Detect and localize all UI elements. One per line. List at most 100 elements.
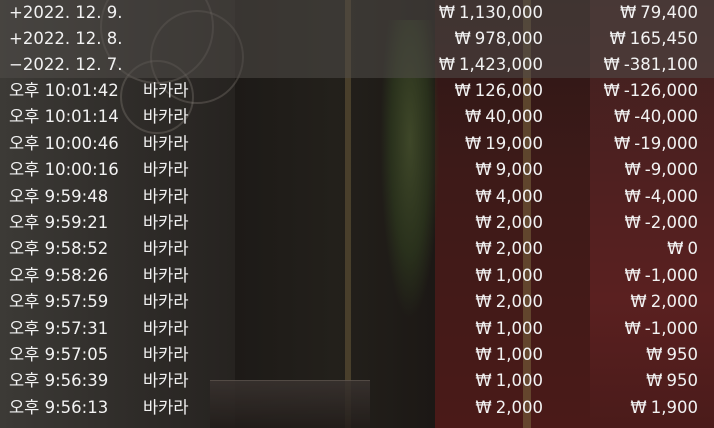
won-currency-icon: ₩ — [646, 371, 663, 391]
won-currency-icon: ₩ — [624, 186, 641, 206]
bet-history-row[interactable]: 오후 9:56:13 바카라 ₩2,000 ₩1,900 — [0, 395, 714, 421]
daily-summary-row-content[interactable]: +2022. 12. 8. ₩978,000 ₩165,450 — [0, 26, 714, 52]
won-currency-icon: ₩ — [646, 345, 663, 364]
bet-time: 오후 9:58:26 — [9, 265, 109, 285]
won-currency-icon: ₩ — [619, 3, 637, 22]
bet-amount: ₩2,000 — [475, 289, 543, 315]
bet-history-row[interactable]: 오후 9:56:39 바카라 ₩1,000 ₩950 — [0, 368, 714, 394]
bet-amount: ₩1,000 — [475, 316, 543, 342]
bet-history-row[interactable]: 오후 9:57:05 바카라 ₩1,000 ₩950 — [0, 342, 714, 368]
summary-bet-total: ₩1,423,000 — [439, 52, 543, 78]
bet-time: 오후 10:00:46 — [9, 133, 119, 153]
bet-result: ₩ -9,000 — [624, 157, 698, 183]
won-currency-icon: ₩ — [613, 107, 631, 127]
bet-history-row[interactable]: 오후 10:00:46 바카라 ₩19,000 ₩ -19,000 — [0, 131, 714, 157]
bet-result-value: -1,000 — [644, 265, 698, 285]
won-currency-icon: ₩ — [475, 397, 492, 417]
bet-history-row[interactable]: 오후 10:01:42 바카라 ₩126,000 ₩ -126,000 — [0, 78, 714, 104]
won-currency-icon: ₩ — [475, 265, 492, 285]
won-currency-icon: ₩ — [438, 55, 456, 74]
summary-bet-value: 1,423,000 — [459, 55, 543, 74]
summary-result-total: ₩79,400 — [620, 0, 698, 26]
bet-amount: ₩1,000 — [475, 368, 543, 394]
summary-result-value: 79,400 — [640, 3, 698, 22]
bet-history-row[interactable]: 오후 9:59:48 바카라 ₩4,000 ₩ -4,000 — [0, 184, 714, 210]
bet-amount: ₩126,000 — [454, 78, 543, 104]
summary-bet-value: 1,130,000 — [459, 3, 543, 22]
bet-time: 오후 9:56:39 — [9, 371, 109, 391]
bet-amount-value: 9,000 — [495, 160, 543, 180]
won-currency-icon: ₩ — [475, 186, 492, 206]
bet-result-value: -4,000 — [644, 186, 698, 206]
summary-date[interactable]: +2022. 12. 8. — [9, 26, 123, 52]
bet-result: ₩0 — [667, 236, 698, 262]
bet-result-value: -9,000 — [644, 160, 698, 180]
won-currency-icon: ₩ — [475, 371, 492, 391]
bet-time: 오후 9:57:31 — [9, 318, 109, 338]
bet-result: ₩ -4,000 — [624, 184, 698, 210]
won-currency-icon: ₩ — [624, 318, 641, 338]
bet-result: ₩1,900 — [630, 395, 698, 421]
won-currency-icon: ₩ — [475, 239, 492, 259]
won-currency-icon: ₩ — [475, 318, 492, 338]
bet-amount: ₩2,000 — [475, 210, 543, 236]
summary-date[interactable]: +2022. 12. 9. — [9, 0, 123, 26]
daily-summary-row-content[interactable]: +2022. 12. 9. ₩1,130,000 ₩79,400 — [0, 0, 714, 26]
won-currency-icon: ₩ — [603, 81, 620, 100]
won-currency-icon: ₩ — [438, 3, 456, 22]
won-currency-icon: ₩ — [603, 55, 620, 74]
bet-time: 오후 9:57:05 — [9, 345, 109, 364]
bet-result: ₩ -1,000 — [624, 316, 698, 342]
game-name: 바카라 — [143, 345, 189, 364]
summary-result-value: 165,450 — [629, 29, 698, 48]
won-currency-icon: ₩ — [630, 397, 647, 417]
won-currency-icon: ₩ — [624, 160, 641, 180]
summary-bet-value: 978,000 — [474, 29, 543, 48]
bet-amount-value: 2,000 — [495, 213, 543, 232]
bet-amount: ₩1,000 — [475, 263, 543, 289]
bet-history-row[interactable]: 오후 9:58:26 바카라 ₩1,000 ₩ -1,000 — [0, 263, 714, 289]
bet-amount: ₩4,000 — [475, 184, 543, 210]
bet-time: 오후 10:00:16 — [9, 160, 119, 180]
bet-result-value: -40,000 — [634, 107, 698, 127]
bet-history-row[interactable]: 오후 9:59:21 바카라 ₩2,000 ₩ -2,000 — [0, 210, 714, 236]
bet-result-value: -1,000 — [644, 318, 698, 338]
game-name: 바카라 — [143, 292, 189, 312]
bet-time: 오후 9:56:13 — [9, 397, 109, 417]
summary-date[interactable]: −2022. 12. 7. — [9, 52, 123, 78]
bet-amount: ₩1,000 — [475, 342, 543, 368]
won-currency-icon: ₩ — [464, 107, 482, 127]
bet-history-row[interactable]: 오후 9:58:52 바카라 ₩2,000 ₩0 — [0, 236, 714, 262]
won-currency-icon: ₩ — [475, 345, 492, 364]
daily-summary-row-content[interactable]: −2022. 12. 7. ₩1,423,000 ₩ -381,100 — [0, 52, 714, 78]
bet-amount: ₩19,000 — [465, 131, 543, 157]
bet-result-value: -126,000 — [623, 81, 698, 100]
game-name: 바카라 — [143, 160, 189, 180]
game-name: 바카라 — [143, 371, 189, 391]
game-name: 바카라 — [143, 239, 189, 259]
bet-amount-value: 1,000 — [495, 265, 543, 285]
bet-amount-value: 2,000 — [495, 397, 543, 417]
won-currency-icon: ₩ — [454, 29, 471, 48]
won-currency-icon: ₩ — [475, 160, 492, 180]
bet-result: ₩ -1,000 — [624, 263, 698, 289]
game-name: 바카라 — [143, 81, 189, 100]
won-currency-icon: ₩ — [613, 133, 631, 153]
bet-history-row[interactable]: 오후 10:00:16 바카라 ₩9,000 ₩ -9,000 — [0, 157, 714, 183]
game-name: 바카라 — [143, 107, 189, 127]
bet-amount: ₩2,000 — [475, 395, 543, 421]
bet-result-value: -2,000 — [644, 213, 698, 232]
won-currency-icon: ₩ — [624, 213, 641, 232]
bet-result: ₩ -40,000 — [614, 104, 698, 130]
bet-history-row[interactable]: 오후 9:57:59 바카라 ₩2,000 ₩2,000 — [0, 289, 714, 315]
bet-history-row[interactable]: 오후 9:57:31 바카라 ₩1,000 ₩ -1,000 — [0, 316, 714, 342]
bet-time: 오후 9:59:21 — [9, 213, 109, 232]
bet-time: 오후 10:01:14 — [9, 107, 119, 127]
summary-result-total: ₩ -381,100 — [603, 52, 698, 78]
bet-history-row[interactable]: 오후 10:01:14 바카라 ₩40,000 ₩ -40,000 — [0, 104, 714, 130]
bet-result-value: 1,900 — [650, 397, 698, 417]
won-currency-icon: ₩ — [475, 292, 492, 312]
bet-amount: ₩9,000 — [475, 157, 543, 183]
bet-amount-value: 4,000 — [495, 186, 543, 206]
won-currency-icon: ₩ — [464, 133, 482, 153]
